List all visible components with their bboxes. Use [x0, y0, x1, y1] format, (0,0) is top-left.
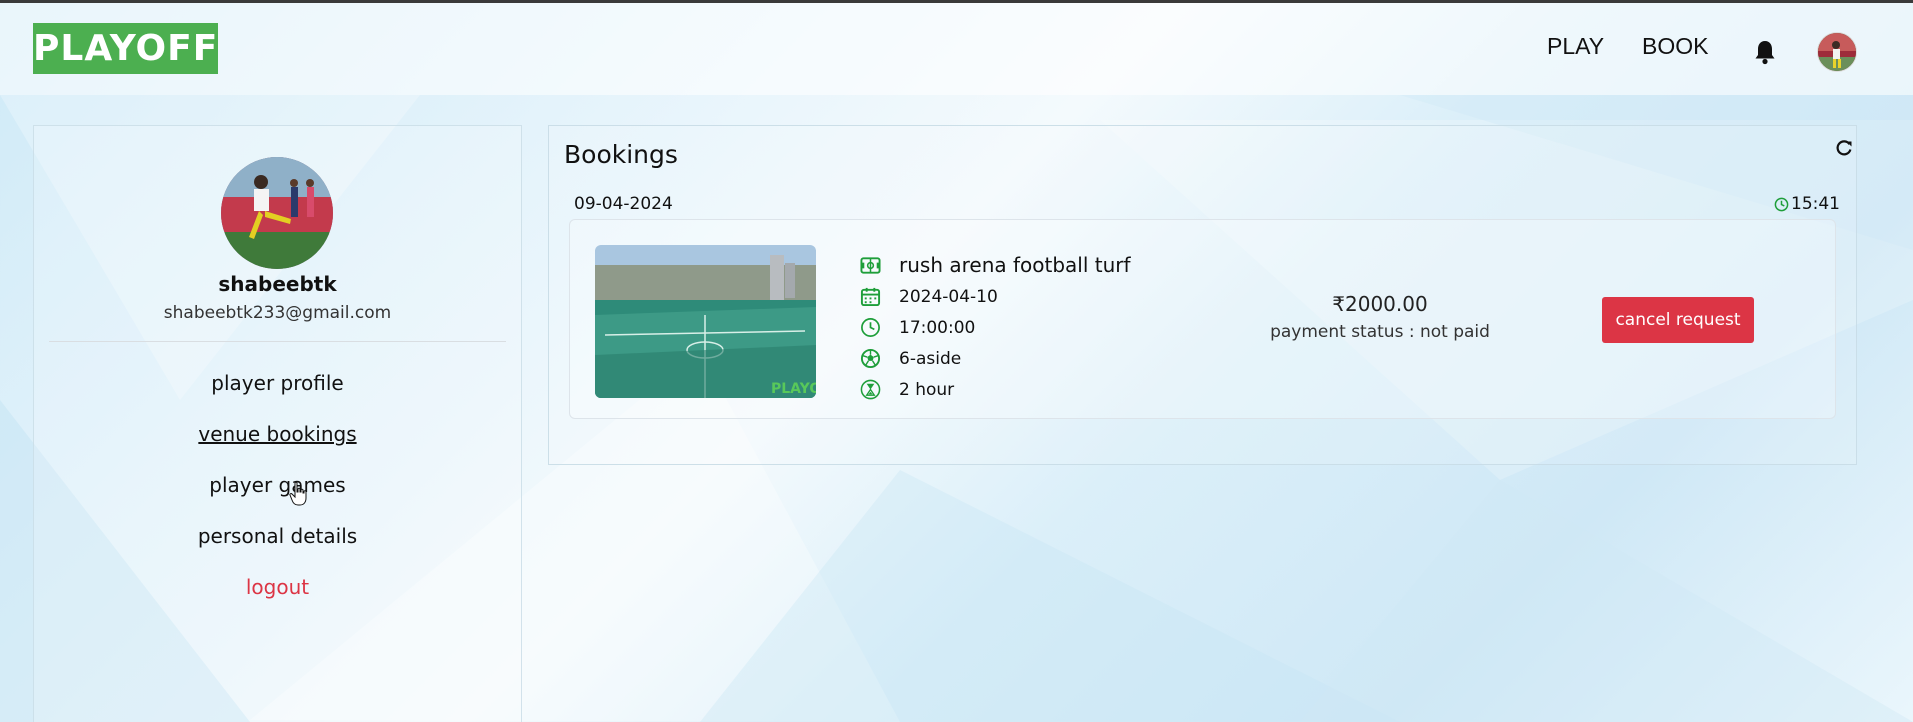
clock-icon — [1774, 197, 1789, 211]
bookings-panel: Bookings 09-04-2024 15:41 PLAYO rush are… — [548, 125, 1857, 465]
sidebar-item-player-profile[interactable]: player profile — [34, 371, 521, 395]
profile-avatar — [221, 157, 333, 269]
slot-time-row: 17:00:00 — [860, 317, 975, 338]
cancel-request-button[interactable]: cancel request — [1602, 297, 1754, 343]
refresh-icon[interactable] — [1835, 139, 1853, 157]
football-field-icon — [860, 256, 881, 274]
profile-email: shabeebtk233@gmail.com — [163, 303, 392, 323]
venue-thumbnail: PLAYO — [595, 245, 816, 398]
booking-duration: 2 hour — [899, 379, 955, 400]
sidebar-divider — [49, 341, 506, 342]
booking-card: PLAYO rush arena football turf 2024-04-1… — [569, 219, 1836, 419]
avatar-image — [1818, 33, 1856, 71]
duration-row: 2 hour — [860, 379, 954, 400]
soccer-ball-icon — [860, 348, 881, 369]
match-format: 6-aside — [899, 348, 962, 369]
svg-text:PLAYO: PLAYO — [771, 381, 816, 397]
calendar-icon — [860, 287, 881, 307]
playoff-logo[interactable]: PLAYOFF — [33, 23, 218, 74]
payment-status: payment status : not paid — [1270, 322, 1490, 342]
venue-name: rush arena football turf — [899, 253, 1131, 277]
sidebar-item-player-games[interactable]: player games — [34, 473, 521, 497]
bookings-title: Bookings — [564, 140, 678, 169]
booking-time-text: 15:41 — [1791, 194, 1840, 214]
profile-sidebar: shabeebtk shabeebtk233@gmail.com player … — [33, 125, 522, 722]
booking-date: 2024-04-10 — [899, 286, 998, 307]
booking-date-row: 2024-04-10 — [860, 286, 998, 307]
user-avatar-button[interactable] — [1817, 32, 1857, 72]
sidebar-item-logout[interactable]: logout — [34, 575, 521, 599]
format-row: 6-aside — [860, 348, 961, 369]
hourglass-icon — [860, 379, 881, 400]
nav-play-link[interactable]: PLAY — [1547, 33, 1604, 60]
booking-created-time: 15:41 — [1774, 194, 1840, 214]
booking-created-date: 09-04-2024 — [574, 194, 673, 214]
slot-time: 17:00:00 — [899, 317, 976, 338]
bell-icon[interactable] — [1753, 39, 1777, 65]
venue-name-row: rush arena football turf — [860, 253, 1131, 277]
sidebar-item-personal-details[interactable]: personal details — [34, 524, 521, 548]
top-navbar: PLAYOFF PLAY BOOK — [0, 3, 1913, 95]
hand-cursor-icon — [289, 481, 307, 506]
profile-username: shabeebtk — [218, 272, 337, 296]
nav-book-link[interactable]: BOOK — [1642, 33, 1708, 60]
sidebar-item-venue-bookings[interactable]: venue bookings — [34, 422, 521, 446]
booking-price: ₹2000.00 — [1332, 292, 1428, 316]
clock-icon — [861, 318, 880, 337]
